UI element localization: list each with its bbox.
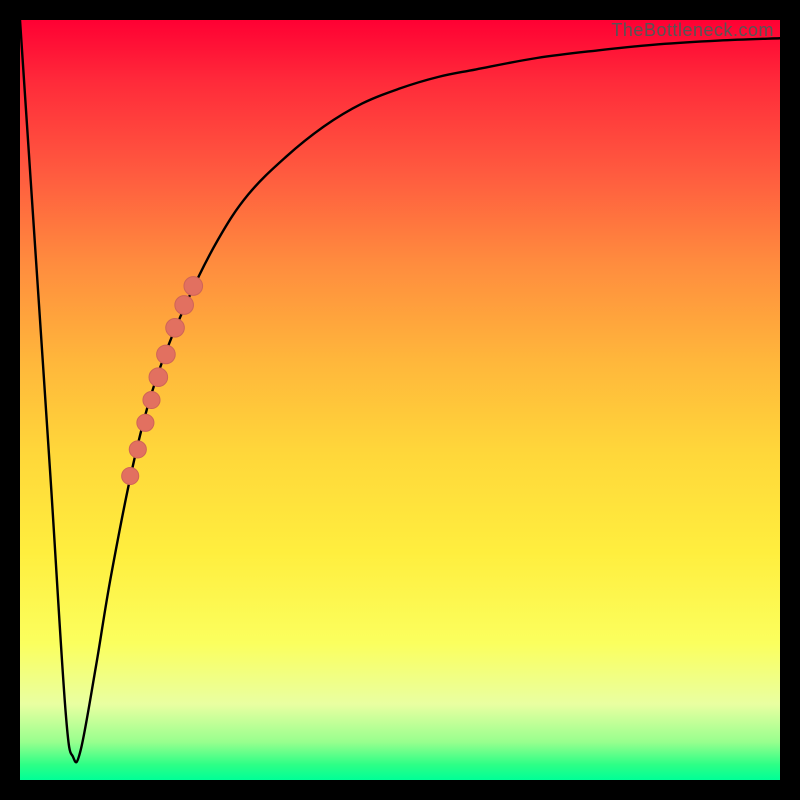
plot-area: TheBottleneck.com [20,20,780,780]
marker-dot [184,277,203,296]
marker-dot [122,467,139,484]
marker-dot [137,414,154,431]
marker-dot [143,391,160,408]
marker-dot [175,296,194,315]
marker-dot [149,368,168,387]
bottleneck-curve-path [20,20,780,762]
marker-dot [157,345,176,364]
chart-svg [20,20,780,780]
app-frame: TheBottleneck.com [0,0,800,800]
marker-dot [166,318,185,337]
marker-dot [129,441,146,458]
highlighted-points-group [122,277,203,485]
